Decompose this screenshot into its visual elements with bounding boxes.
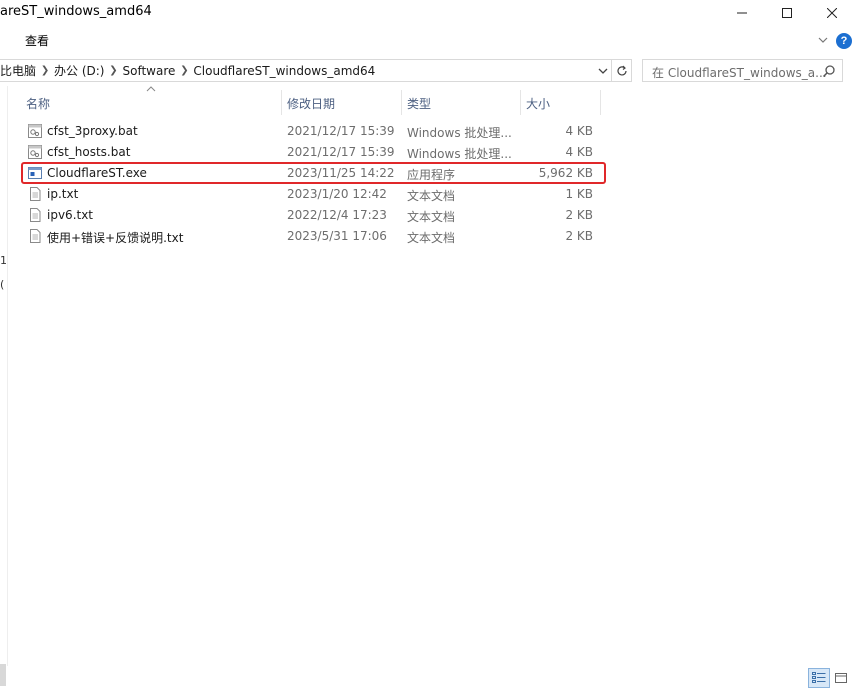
refresh-icon xyxy=(616,65,627,75)
file-type: Windows 批处理... xyxy=(407,147,512,161)
minimize-icon xyxy=(737,12,747,14)
file-row[interactable]: cfst_hosts.bat 2021/12/17 15:39 Windows … xyxy=(21,142,601,163)
large-icons-view-button[interactable] xyxy=(830,668,852,688)
large-icons-view-icon xyxy=(835,673,847,683)
file-row[interactable]: 使用+错误+反馈说明.txt 2023/5/31 17:06 文本文档 2 KB xyxy=(21,226,601,247)
minimize-button[interactable] xyxy=(719,0,765,26)
search-icon[interactable] xyxy=(822,64,836,78)
search-box[interactable]: 在 CloudflareST_windows_a... xyxy=(642,59,843,82)
breadcrumb-separator-icon[interactable]: ❯ xyxy=(36,65,54,76)
batch-file-icon xyxy=(28,145,42,159)
breadcrumb-this-pc[interactable]: 比电脑 xyxy=(0,62,36,79)
file-size: 1 KB xyxy=(565,187,593,201)
nav-item-fragment[interactable]: ( xyxy=(0,278,4,291)
file-date: 2023/1/20 12:42 xyxy=(287,187,387,201)
file-size: 2 KB xyxy=(565,208,593,222)
details-view-icon xyxy=(812,672,826,683)
details-view-button[interactable] xyxy=(808,668,830,688)
search-input[interactable]: 在 CloudflareST_windows_a... xyxy=(652,64,827,81)
nav-scrollbar-thumb[interactable] xyxy=(0,664,6,686)
breadcrumb-separator-icon[interactable]: ❯ xyxy=(175,65,193,76)
breadcrumb-folder[interactable]: CloudflareST_windows_amd64 xyxy=(193,64,375,78)
navigation-pane[interactable]: 1 ( xyxy=(0,86,8,686)
file-date: 2021/12/17 15:39 xyxy=(287,145,395,159)
file-size: 2 KB xyxy=(565,229,593,243)
refresh-button[interactable] xyxy=(612,59,632,82)
file-type: Windows 批处理... xyxy=(407,126,512,140)
column-header-name[interactable]: 名称 xyxy=(21,90,282,115)
file-list: cfst_3proxy.bat 2021/12/17 15:39 Windows… xyxy=(21,121,601,247)
file-date: 2021/12/17 15:39 xyxy=(287,124,395,138)
file-name: ip.txt xyxy=(47,187,79,201)
batch-file-icon xyxy=(28,124,42,138)
maximize-button[interactable] xyxy=(764,0,810,26)
file-date: 2022/12/4 17:23 xyxy=(287,208,387,222)
file-size: 4 KB xyxy=(565,145,593,159)
breadcrumb-software[interactable]: Software xyxy=(122,64,175,78)
text-file-icon xyxy=(30,229,41,243)
text-file-icon xyxy=(30,187,41,201)
address-dropdown-icon[interactable] xyxy=(597,64,609,78)
file-type: 文本文档 xyxy=(407,231,456,245)
file-name: 使用+错误+反馈说明.txt xyxy=(47,231,184,245)
tab-view[interactable]: 查看 xyxy=(25,32,49,49)
breadcrumb-separator-icon[interactable]: ❯ xyxy=(104,65,122,76)
file-size: 4 KB xyxy=(565,124,593,138)
window-title: areST_windows_amd64 xyxy=(0,4,152,19)
help-icon[interactable]: ? xyxy=(836,33,852,49)
file-row[interactable]: ip.txt 2023/1/20 12:42 文本文档 1 KB xyxy=(21,184,601,205)
column-header-row: 名称 修改日期 类型 大小 xyxy=(21,90,601,115)
file-type: 文本文档 xyxy=(407,210,456,224)
column-header-size[interactable]: 大小 xyxy=(521,90,601,115)
close-icon xyxy=(827,8,837,18)
file-date: 2023/5/31 17:06 xyxy=(287,229,387,243)
breadcrumb-drive[interactable]: 办公 (D:) xyxy=(54,62,104,79)
close-button[interactable] xyxy=(809,0,853,26)
file-type: 文本文档 xyxy=(407,189,456,203)
nav-item-fragment[interactable]: 1 xyxy=(0,254,7,267)
view-mode-toggle xyxy=(808,668,853,690)
column-header-type[interactable]: 类型 xyxy=(402,90,521,115)
file-name: cfst_hosts.bat xyxy=(47,145,131,159)
text-file-icon xyxy=(30,208,41,222)
file-row[interactable]: ipv6.txt 2022/12/4 17:23 文本文档 2 KB xyxy=(21,205,601,226)
title-bar: areST_windows_amd64 xyxy=(0,0,853,26)
chevron-down-icon[interactable] xyxy=(816,33,830,47)
address-bar[interactable]: 比电脑 ❯ 办公 (D:) ❯ Software ❯ CloudflareST_… xyxy=(0,59,612,82)
highlight-box xyxy=(21,162,606,184)
ribbon: 查看 ? xyxy=(0,28,853,54)
file-name: ipv6.txt xyxy=(47,208,94,222)
maximize-icon xyxy=(782,8,792,18)
file-name: cfst_3proxy.bat xyxy=(47,124,138,138)
file-row[interactable]: cfst_3proxy.bat 2021/12/17 15:39 Windows… xyxy=(21,121,601,142)
column-header-date[interactable]: 修改日期 xyxy=(282,90,402,115)
